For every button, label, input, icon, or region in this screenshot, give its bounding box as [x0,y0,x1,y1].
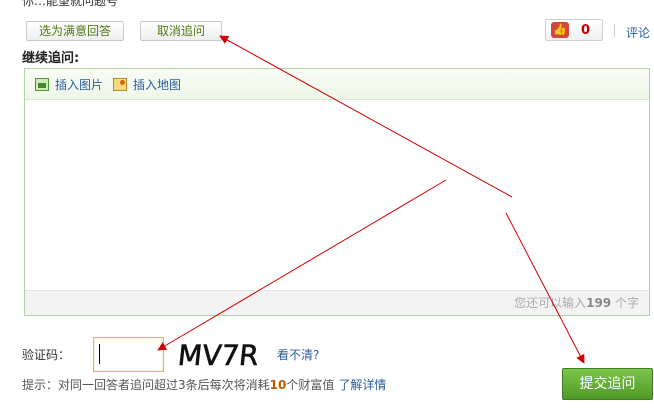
char-counter: 您还可以输入199 个字 [25,290,649,315]
text-caret [99,344,100,364]
char-counter-prefix: 您还可以输入 [514,296,587,310]
top-cut-text: 你…能望就问题号 [22,0,119,8]
editor-toolbar: 插入图片 插入地图 [25,69,649,100]
select-best-answer-button[interactable]: 选为满意回答 [26,21,124,41]
captcha-label: 验证码： [22,348,71,362]
comment-link[interactable]: 评论 [626,24,650,41]
captcha-image-text: MV7R [178,339,260,372]
map-icon [113,77,128,91]
cancel-followup-button[interactable]: 取消追问 [140,21,222,41]
tip-suffix: 个财富值 [286,378,335,392]
divider [614,24,615,37]
captcha-image: MV7R [178,339,261,372]
thumbs-up-icon: 👍 [551,22,569,38]
insert-map-button[interactable]: 插入地图 [113,76,181,93]
submit-followup-button[interactable]: 提交追问 [562,368,653,400]
tip-text: 提示：对同一回答者追问超过3条后每次将消耗10个财富值 了解详情 [22,376,386,393]
tip-cost: 10 [269,378,287,392]
insert-image-button[interactable]: 插入图片 [35,76,103,93]
char-counter-number: 199 [586,296,612,310]
section-title: 继续追问: [22,51,80,66]
followup-editor: 插入图片 插入地图 您还可以输入199 个字 [24,68,650,316]
tip-prefix: 提示：对同一回答者追问超过3条后每次将消耗 [22,378,270,392]
image-icon [35,77,49,91]
insert-image-label: 插入图片 [55,77,104,92]
captcha-refresh-link[interactable]: 看不清? [277,346,319,363]
followup-textarea[interactable] [25,100,649,291]
insert-map-label: 插入地图 [133,77,182,92]
like-button[interactable]: 👍 0 [545,19,603,41]
char-counter-suffix: 个字 [614,296,639,310]
like-count: 0 [581,22,591,38]
captcha-input[interactable] [93,337,164,372]
learn-more-link[interactable]: 了解详情 [338,378,386,392]
